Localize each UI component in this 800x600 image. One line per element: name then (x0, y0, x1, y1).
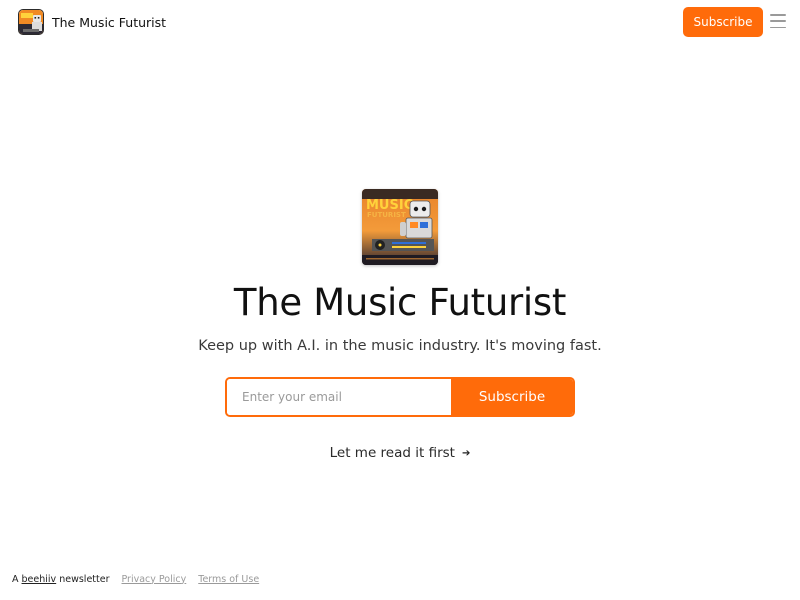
top-header: The Music Futurist Subscribe (0, 0, 800, 44)
hamburger-menu-icon[interactable] (770, 14, 786, 28)
read-first-row: Let me read it first ➔ (0, 442, 800, 461)
email-input[interactable] (227, 379, 451, 415)
robot-dj-icon: MUSIC FUTURIST (362, 189, 438, 265)
read-first-label: Let me read it first (329, 445, 455, 461)
hero-tagline: Keep up with A.I. in the music industry.… (198, 338, 602, 354)
footer-prefix: A (12, 573, 19, 585)
site-title: The Music Futurist (52, 14, 167, 30)
read-first-link[interactable]: Let me read it first ➔ (330, 445, 471, 461)
footer-suffix: newsletter (59, 573, 110, 585)
privacy-policy-link[interactable]: Privacy Policy (122, 574, 187, 585)
brand-link[interactable]: The Music Futurist (18, 9, 166, 35)
subscribe-button[interactable]: Subscribe (451, 379, 573, 415)
terms-of-use-link[interactable]: Terms of Use (198, 574, 259, 585)
page: The Music Futurist Subscribe MUSIC FUTUR… (0, 0, 800, 600)
header-subscribe-button[interactable]: Subscribe (683, 7, 763, 37)
signup-form: Subscribe (225, 377, 575, 417)
svg-text:FUTURIST: FUTURIST (367, 211, 406, 219)
newsletter-logo-icon (18, 9, 44, 35)
footer: A beehiiv newsletter Privacy Policy Term… (12, 573, 259, 585)
footer-brand: A beehiiv newsletter (12, 574, 110, 585)
hero-title: The Music Futurist (233, 281, 567, 324)
hero-logo-image: MUSIC FUTURIST (362, 189, 438, 265)
beehiiv-link[interactable]: beehiiv (22, 574, 57, 585)
arrow-right-icon: ➔ (461, 447, 471, 459)
